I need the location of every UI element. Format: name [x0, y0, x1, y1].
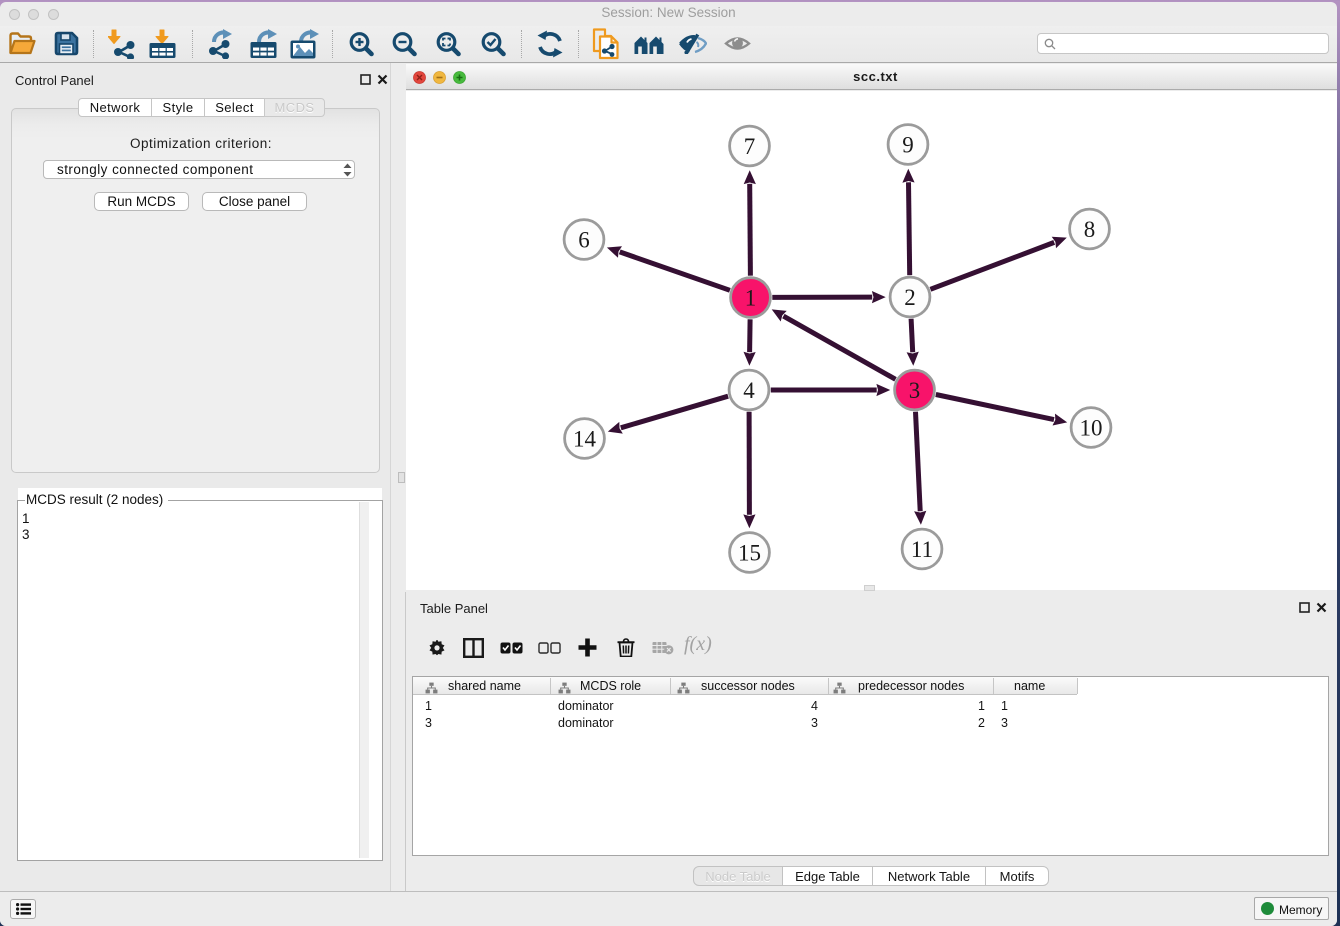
svg-text:8: 8	[1084, 217, 1096, 242]
svg-text:10: 10	[1080, 415, 1103, 440]
svg-text:4: 4	[743, 378, 755, 403]
svg-text:1: 1	[745, 285, 757, 310]
svg-text:14: 14	[573, 426, 597, 451]
svg-text:3: 3	[909, 378, 921, 403]
svg-text:2: 2	[904, 285, 916, 310]
svg-text:6: 6	[578, 227, 590, 252]
svg-text:11: 11	[911, 537, 933, 562]
svg-text:15: 15	[738, 540, 761, 565]
svg-text:7: 7	[744, 134, 756, 159]
svg-text:9: 9	[902, 132, 914, 157]
